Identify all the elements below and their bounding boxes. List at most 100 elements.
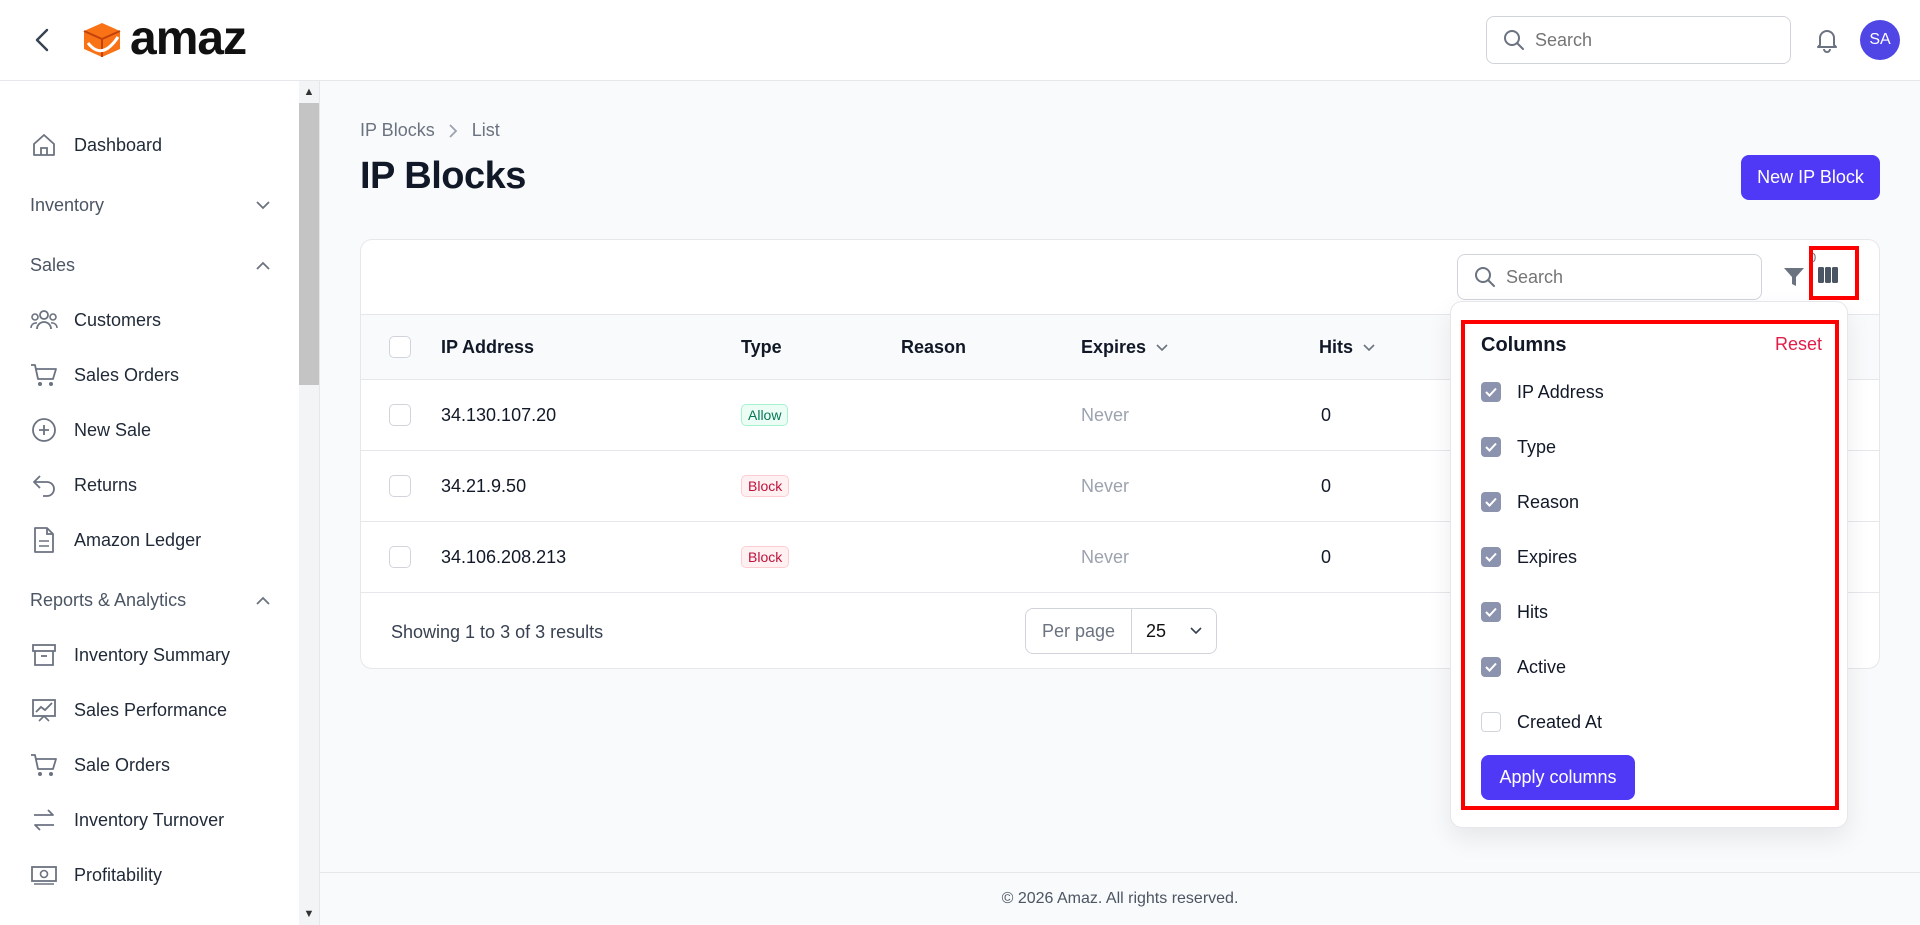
column-option-active[interactable]: Active — [1481, 653, 1801, 681]
column-option-label: Reason — [1517, 491, 1580, 512]
column-option-label: Expires — [1517, 546, 1578, 567]
checkbox-checked-icon[interactable] — [1481, 437, 1501, 457]
sidebar-item-label: Inventory Turnover — [74, 809, 225, 830]
sidebar-item-new-sale[interactable]: New Sale — [30, 412, 290, 448]
column-option-label: IP Address — [1517, 381, 1604, 402]
column-option-expires[interactable]: Expires — [1481, 543, 1801, 571]
column-option-ip-address[interactable]: IP Address — [1481, 378, 1801, 406]
sidebar-item-label: Inventory Summary — [74, 644, 231, 665]
user-avatar[interactable]: SA — [1860, 20, 1900, 60]
brand-logo[interactable]: amaz — [78, 12, 247, 65]
table-search-input[interactable] — [1506, 266, 1706, 288]
cash-icon — [30, 861, 58, 889]
table-search[interactable] — [1457, 254, 1762, 300]
sidebar-group-label: Inventory — [30, 194, 105, 215]
sidebar-scrollbar-thumb[interactable] — [299, 103, 319, 385]
brand-name: amaz — [130, 12, 247, 65]
hits-cell: 0 — [1321, 547, 1332, 567]
sidebar-item-sales-orders[interactable]: Sales Orders — [30, 357, 290, 393]
column-option-label: Created At — [1517, 711, 1603, 732]
cart-icon — [30, 361, 58, 389]
breadcrumb: IP Blocks List — [360, 120, 500, 141]
sidebar-item-label: Dashboard — [74, 134, 163, 155]
type-badge: Allow — [741, 404, 789, 426]
scroll-up-arrow-icon[interactable]: ▲ — [299, 83, 319, 101]
global-search-input[interactable] — [1535, 29, 1735, 51]
per-page-label: Per page — [1026, 609, 1132, 653]
results-summary: Showing 1 to 3 of 3 results — [391, 622, 604, 642]
sidebar-item-label: Customers — [74, 309, 162, 330]
chevron-up-icon — [256, 596, 270, 605]
hits-cell: 0 — [1321, 405, 1332, 425]
sidebar-item-inventory-summary[interactable]: Inventory Summary — [30, 637, 290, 673]
search-icon — [1504, 30, 1524, 50]
sidebar-item-amazon-ledger[interactable]: Amazon Ledger — [30, 522, 290, 558]
back-arrow-icon[interactable] — [28, 26, 56, 54]
notifications-bell-icon[interactable] — [1812, 24, 1842, 56]
breadcrumb-root-link[interactable]: IP Blocks — [360, 120, 435, 141]
sidebar-item-label: Sales Orders — [74, 364, 180, 385]
row-checkbox[interactable] — [389, 546, 411, 568]
page-footer: © 2026 Amaz. All rights reserved. — [320, 872, 1920, 925]
hits-cell: 0 — [1321, 476, 1332, 496]
apply-columns-button[interactable]: Apply columns — [1481, 755, 1635, 800]
sidebar-item-label: Profitability — [74, 864, 163, 885]
column-option-type[interactable]: Type — [1481, 433, 1801, 461]
checkbox-unchecked-icon[interactable] — [1481, 712, 1501, 732]
sidebar-item-customers[interactable]: Customers — [30, 302, 290, 338]
select-all-checkbox[interactable] — [389, 336, 411, 358]
ip-cell: 34.106.208.213 — [441, 547, 567, 567]
sidebar-group-reports[interactable]: Reports & Analytics — [30, 584, 270, 616]
sidebar-item-sale-orders[interactable]: Sale Orders — [30, 747, 290, 783]
row-checkbox[interactable] — [389, 404, 411, 426]
sidebar-item-sales-performance[interactable]: Sales Performance — [30, 692, 290, 728]
page-title: IP Blocks — [360, 155, 526, 197]
sidebar-item-label: Amazon Ledger — [74, 529, 202, 550]
sidebar-item-label: Sales Performance — [74, 699, 228, 720]
column-header-hits[interactable]: Hits — [1319, 337, 1375, 358]
column-header-expires[interactable]: Expires — [1081, 337, 1168, 358]
return-icon — [30, 471, 58, 499]
ip-cell: 34.130.107.20 — [441, 405, 557, 425]
global-search[interactable] — [1486, 16, 1791, 64]
column-option-created-at[interactable]: Created At — [1481, 708, 1801, 736]
search-icon — [1475, 267, 1495, 287]
expires-cell: Never — [1081, 547, 1130, 567]
checkbox-checked-icon[interactable] — [1481, 492, 1501, 512]
arrows-icon — [30, 806, 58, 834]
cart-icon — [30, 751, 58, 779]
row-checkbox[interactable] — [389, 475, 411, 497]
checkbox-checked-icon[interactable] — [1481, 657, 1501, 677]
column-header-type[interactable]: Type — [741, 337, 782, 358]
chevron-down-icon — [256, 200, 270, 209]
columns-button-highlight — [1809, 246, 1859, 300]
checkbox-checked-icon[interactable] — [1481, 547, 1501, 567]
columns-dropdown: Columns Reset IP Address Type Reason Exp… — [1450, 301, 1848, 828]
chart-icon — [30, 696, 58, 724]
columns-panel-title: Columns — [1481, 334, 1567, 356]
column-header-reason[interactable]: Reason — [901, 337, 966, 358]
column-option-reason[interactable]: Reason — [1481, 488, 1801, 516]
column-option-hits[interactable]: Hits — [1481, 598, 1801, 626]
type-badge: Block — [741, 475, 790, 497]
scroll-down-arrow-icon[interactable]: ▼ — [299, 905, 319, 923]
column-header-label: Hits — [1319, 337, 1354, 357]
filter-icon[interactable] — [1779, 262, 1809, 292]
archive-icon — [30, 641, 58, 669]
sidebar-item-returns[interactable]: Returns — [30, 467, 290, 503]
sidebar-item-dashboard[interactable]: Dashboard — [30, 127, 290, 163]
reset-columns-link[interactable]: Reset — [1775, 334, 1822, 355]
chevron-up-icon — [256, 261, 270, 270]
per-page-select[interactable]: 25 — [1132, 609, 1216, 653]
per-page-control: Per page 25 — [1025, 608, 1217, 654]
checkbox-checked-icon[interactable] — [1481, 602, 1501, 622]
column-option-label: Hits — [1517, 601, 1548, 622]
column-header-ip[interactable]: IP Address — [441, 337, 534, 358]
expires-cell: Never — [1081, 405, 1130, 425]
new-ip-block-button[interactable]: New IP Block — [1741, 155, 1880, 200]
checkbox-checked-icon[interactable] — [1481, 382, 1501, 402]
sidebar-group-sales[interactable]: Sales — [30, 249, 270, 281]
sidebar-group-inventory[interactable]: Inventory — [30, 189, 270, 221]
sidebar-item-profitability[interactable]: Profitability — [30, 857, 290, 893]
sidebar-item-inventory-turnover[interactable]: Inventory Turnover — [30, 802, 290, 838]
